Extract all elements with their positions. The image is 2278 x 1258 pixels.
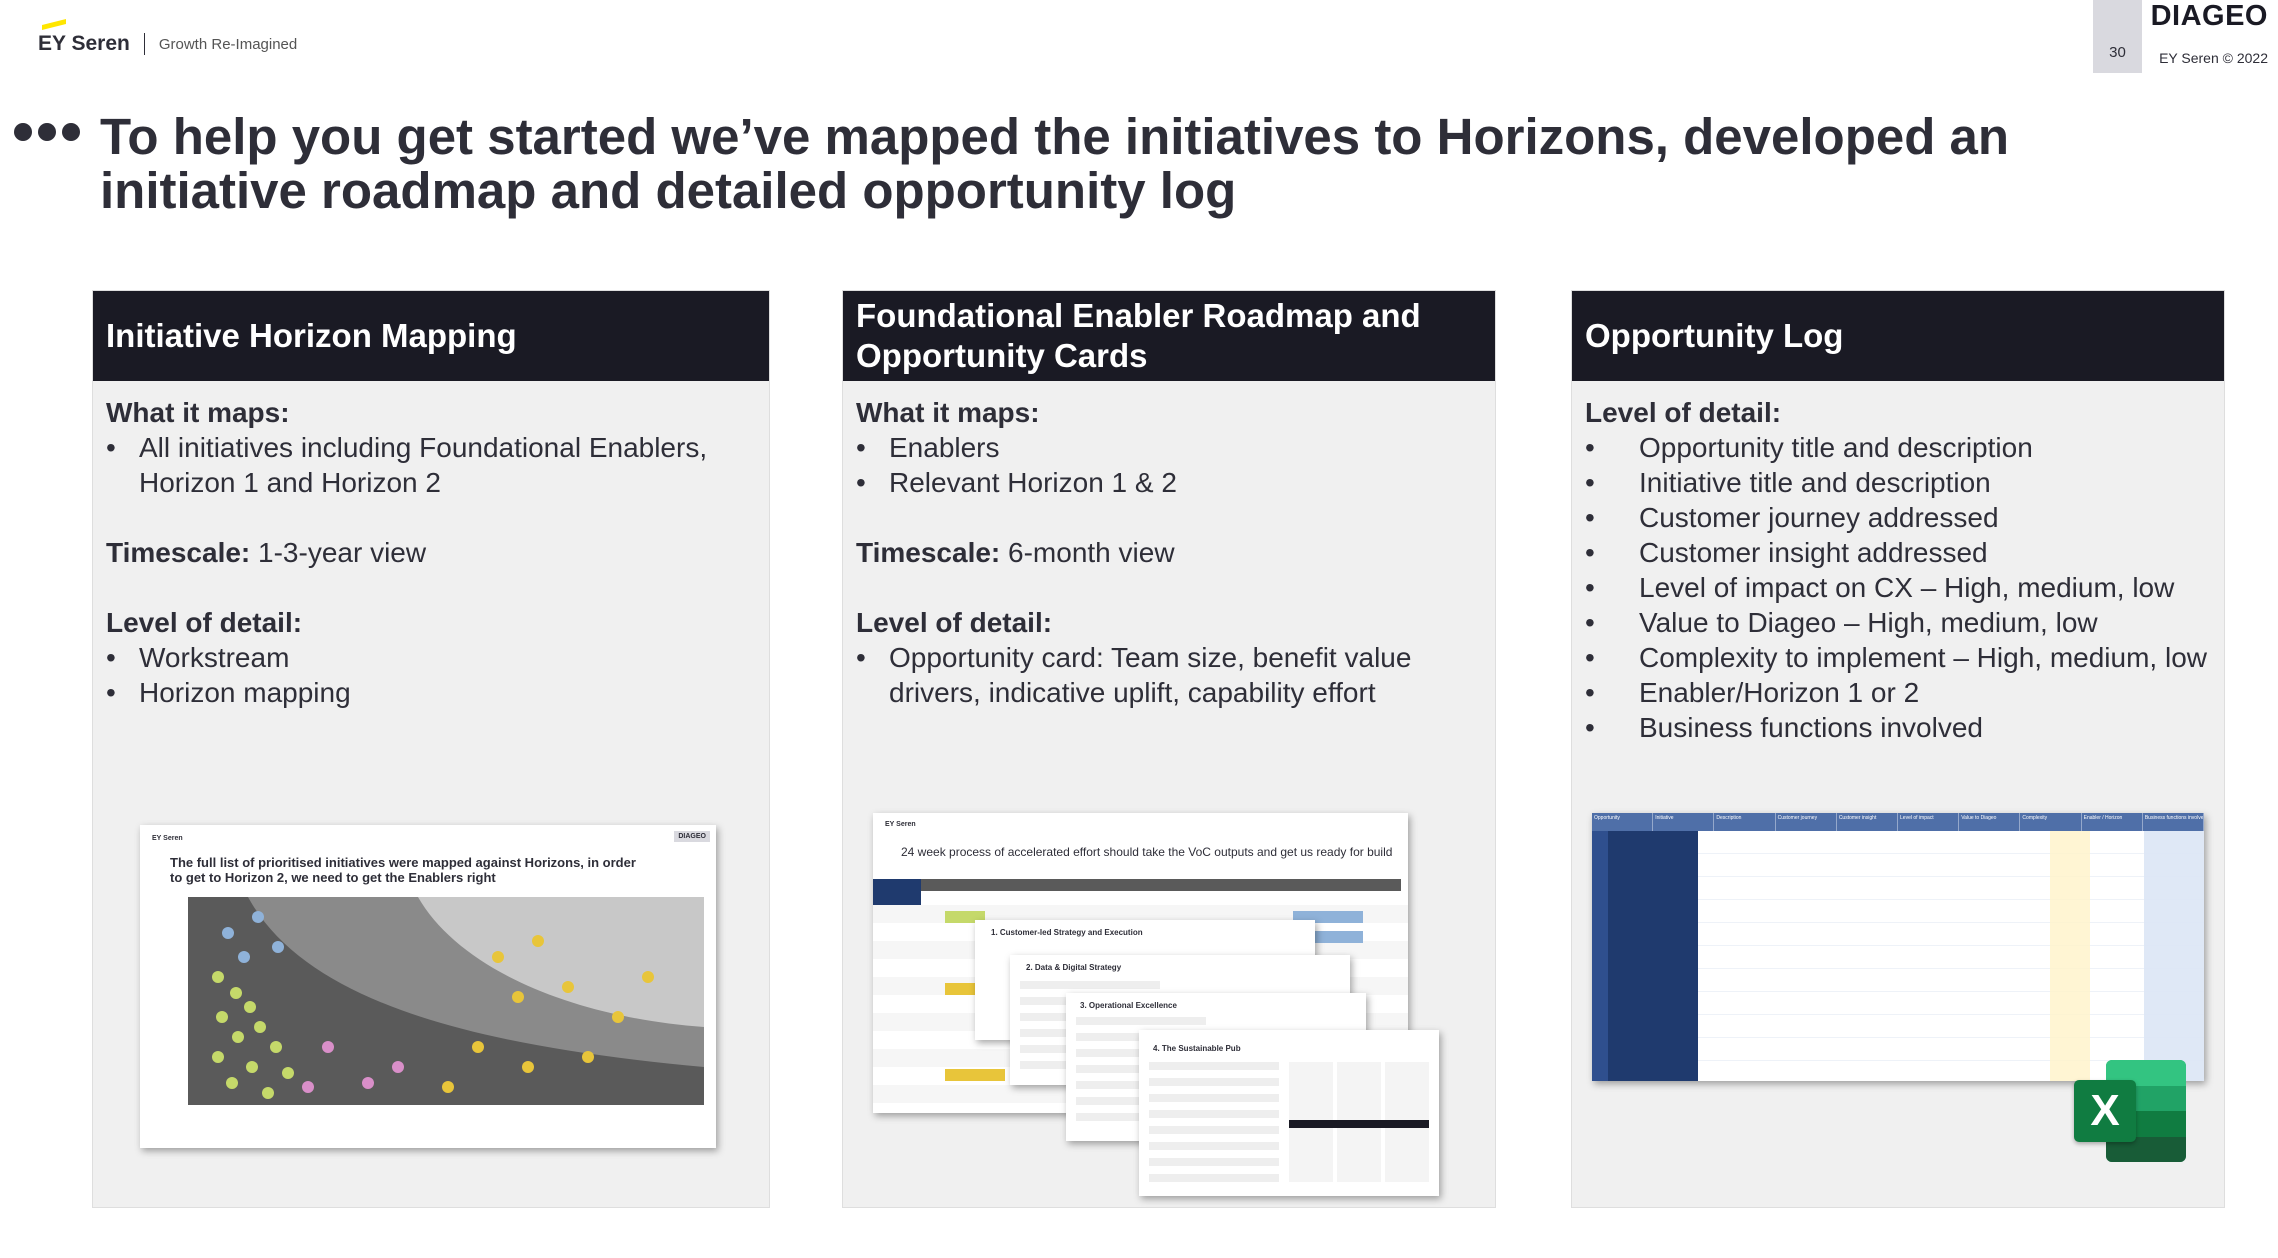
list-item: Opportunity title and description: [1585, 430, 2211, 465]
card-title: 4. The Sustainable Pub: [1153, 1044, 1241, 1053]
ey-seren-logo: EY Seren: [38, 19, 130, 56]
log-column-header: Value to Diageo: [1959, 813, 2021, 831]
ey-yellow-bar-icon: [42, 19, 66, 30]
log-business-column: [2144, 831, 2204, 1081]
section-label: Level of detail:: [106, 607, 303, 638]
card-header-bar: [1289, 1120, 1429, 1128]
roadmap-row-header: [873, 879, 921, 905]
bullet-list: Opportunity card: Team size, benefit val…: [856, 640, 1482, 710]
list-item: Value to Diageo – High, medium, low: [1585, 605, 2211, 640]
card-title: 2. Data & Digital Strategy: [1026, 963, 1122, 972]
bullet-list: All initiatives including Foundational E…: [106, 430, 756, 500]
list-item: Enablers: [856, 430, 1482, 465]
section-label: Timescale:: [106, 537, 251, 568]
card-title: 1. Customer-led Strategy and Execution: [991, 928, 1143, 937]
ellipsis-dots-icon: [14, 123, 80, 141]
thumb-brand: EY Seren: [152, 835, 183, 842]
list-item: Customer insight addressed: [1585, 535, 2211, 570]
list-item: Initiative title and description: [1585, 465, 2211, 500]
horizon-chart-graphic: [188, 897, 704, 1105]
log-column-header: Customer insight: [1837, 813, 1899, 831]
list-item: Level of impact on CX – High, medium, lo…: [1585, 570, 2211, 605]
brand-header: EY Seren Growth Re-Imagined: [38, 19, 298, 56]
timescale-line: Timescale: 6-month view: [856, 535, 1482, 570]
panel-heading: Opportunity Log: [1572, 291, 2224, 381]
thumb-diageo-logo: DIAGEO: [674, 831, 710, 842]
list-item: Complexity to implement – High, medium, …: [1585, 640, 2211, 675]
bullet-list: Opportunity title and description Initia…: [1585, 430, 2211, 745]
timescale-value: 1-3-year view: [258, 537, 427, 568]
log-column-header: Description: [1714, 813, 1776, 831]
log-rows: [1698, 831, 2204, 1081]
header-divider: [143, 33, 145, 55]
card-title: 3. Operational Excellence: [1080, 1001, 1177, 1010]
page-title: To help you get started we’ve mapped the…: [100, 108, 2010, 219]
list-item: All initiatives including Foundational E…: [106, 430, 756, 500]
section-label: What it maps:: [106, 397, 290, 428]
copyright: EY Seren © 2022: [2159, 50, 2268, 66]
panel-heading: Foundational Enabler Roadmap and Opportu…: [843, 291, 1495, 381]
bullet-list: Enablers Relevant Horizon 1 & 2: [856, 430, 1482, 500]
card-table: [1149, 1062, 1279, 1182]
list-item: Opportunity card: Team size, benefit val…: [856, 640, 1482, 710]
list-item: Relevant Horizon 1 & 2: [856, 465, 1482, 500]
thumb-brand: EY Seren: [885, 821, 916, 828]
roadmap-header-bar: [901, 879, 1401, 891]
log-column-header: Initiative: [1653, 813, 1715, 831]
log-initiative-band: [1592, 831, 1608, 1081]
section-label: Level of detail:: [856, 607, 1053, 638]
log-column-header: Enabler / Horizon: [2082, 813, 2143, 831]
section-label: What it maps:: [856, 397, 1040, 428]
excel-icon: X: [2074, 1060, 2186, 1162]
bullet-list: Workstream Horizon mapping: [106, 640, 756, 710]
panel-body: What it maps: All initiatives including …: [93, 381, 769, 724]
log-header-row: Opportunity Initiative Description Customer…: [1592, 813, 2204, 831]
timescale-value: 6-month view: [1008, 537, 1175, 568]
list-item: Enabler/Horizon 1 or 2: [1585, 675, 2211, 710]
log-column-header: Level of impact: [1898, 813, 1960, 831]
list-item: Business functions involved: [1585, 710, 2211, 745]
thumb-title: 24 week process of accelerated effort sh…: [901, 845, 1393, 859]
panel-body: Level of detail: Opportunity title and d…: [1572, 381, 2224, 759]
log-column-header: Business functions involved: [2143, 813, 2204, 831]
roadmap-bar: [945, 1069, 1005, 1081]
section-label: Timescale:: [856, 537, 1001, 568]
opportunity-log-thumbnail: Opportunity Initiative Description Customer…: [1592, 813, 2204, 1081]
page-number: 30: [2093, 0, 2142, 73]
log-column-header: Customer journey: [1776, 813, 1837, 831]
timescale-line: Timescale: 1-3-year view: [106, 535, 756, 570]
list-item: Customer journey addressed: [1585, 500, 2211, 535]
section-label: Level of detail:: [1585, 397, 1782, 428]
diageo-logo: DIAGEO: [2150, 0, 2268, 32]
list-item: Horizon mapping: [106, 675, 756, 710]
log-impact-column: [2050, 831, 2090, 1081]
opportunity-card-4: 4. The Sustainable Pub: [1139, 1030, 1439, 1196]
panel-heading: Initiative Horizon Mapping: [93, 291, 769, 381]
panel-body: What it maps: Enablers Relevant Horizon …: [843, 381, 1495, 724]
log-column-header: Opportunity: [1592, 813, 1654, 831]
list-item: Workstream: [106, 640, 756, 675]
horizon-mapping-thumbnail: EY Seren DIAGEO The full list of priorit…: [140, 825, 716, 1148]
thumb-title: The full list of prioritised initiatives…: [170, 855, 636, 885]
tagline: Growth Re-Imagined: [158, 35, 298, 53]
log-column-header: Complexity: [2020, 813, 2082, 831]
